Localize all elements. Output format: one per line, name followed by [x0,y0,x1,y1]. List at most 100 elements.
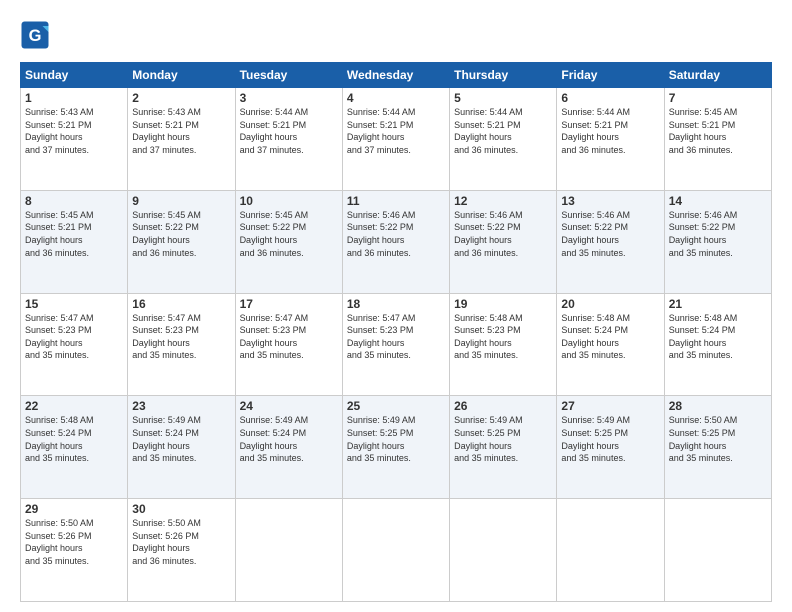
day-number: 3 [240,91,338,105]
day-number: 8 [25,194,123,208]
logo: G [20,20,54,50]
table-row: 24Sunrise: 5:49 AMSunset: 5:24 PMDayligh… [235,396,342,499]
calendar-week-row: 29Sunrise: 5:50 AMSunset: 5:26 PMDayligh… [21,499,772,602]
day-info: Sunrise: 5:49 AMSunset: 5:24 PMDaylight … [132,414,230,464]
page: G Sunday Monday Tuesday Wednesday Thursd… [0,0,792,612]
table-row [664,499,771,602]
day-info: Sunrise: 5:45 AMSunset: 5:21 PMDaylight … [669,106,767,156]
col-saturday: Saturday [664,63,771,88]
table-row: 11Sunrise: 5:46 AMSunset: 5:22 PMDayligh… [342,190,449,293]
day-number: 26 [454,399,552,413]
day-info: Sunrise: 5:47 AMSunset: 5:23 PMDaylight … [347,312,445,362]
day-info: Sunrise: 5:44 AMSunset: 5:21 PMDaylight … [561,106,659,156]
table-row: 1Sunrise: 5:43 AMSunset: 5:21 PMDaylight… [21,88,128,191]
day-info: Sunrise: 5:44 AMSunset: 5:21 PMDaylight … [240,106,338,156]
day-number: 15 [25,297,123,311]
svg-text:G: G [29,27,42,45]
table-row [235,499,342,602]
day-number: 10 [240,194,338,208]
day-number: 22 [25,399,123,413]
table-row: 12Sunrise: 5:46 AMSunset: 5:22 PMDayligh… [450,190,557,293]
day-number: 23 [132,399,230,413]
day-info: Sunrise: 5:49 AMSunset: 5:25 PMDaylight … [454,414,552,464]
day-info: Sunrise: 5:46 AMSunset: 5:22 PMDaylight … [669,209,767,259]
day-info: Sunrise: 5:45 AMSunset: 5:22 PMDaylight … [132,209,230,259]
day-info: Sunrise: 5:50 AMSunset: 5:26 PMDaylight … [25,517,123,567]
day-number: 12 [454,194,552,208]
col-friday: Friday [557,63,664,88]
col-thursday: Thursday [450,63,557,88]
day-info: Sunrise: 5:46 AMSunset: 5:22 PMDaylight … [347,209,445,259]
table-row: 2Sunrise: 5:43 AMSunset: 5:21 PMDaylight… [128,88,235,191]
day-number: 4 [347,91,445,105]
table-row: 22Sunrise: 5:48 AMSunset: 5:24 PMDayligh… [21,396,128,499]
table-row: 5Sunrise: 5:44 AMSunset: 5:21 PMDaylight… [450,88,557,191]
day-number: 13 [561,194,659,208]
day-info: Sunrise: 5:49 AMSunset: 5:25 PMDaylight … [347,414,445,464]
table-row: 25Sunrise: 5:49 AMSunset: 5:25 PMDayligh… [342,396,449,499]
day-number: 16 [132,297,230,311]
day-info: Sunrise: 5:48 AMSunset: 5:24 PMDaylight … [561,312,659,362]
day-number: 21 [669,297,767,311]
day-info: Sunrise: 5:47 AMSunset: 5:23 PMDaylight … [25,312,123,362]
day-number: 29 [25,502,123,516]
day-info: Sunrise: 5:43 AMSunset: 5:21 PMDaylight … [25,106,123,156]
day-info: Sunrise: 5:47 AMSunset: 5:23 PMDaylight … [132,312,230,362]
table-row: 14Sunrise: 5:46 AMSunset: 5:22 PMDayligh… [664,190,771,293]
table-row: 15Sunrise: 5:47 AMSunset: 5:23 PMDayligh… [21,293,128,396]
table-row: 23Sunrise: 5:49 AMSunset: 5:24 PMDayligh… [128,396,235,499]
day-info: Sunrise: 5:44 AMSunset: 5:21 PMDaylight … [454,106,552,156]
day-number: 27 [561,399,659,413]
table-row: 28Sunrise: 5:50 AMSunset: 5:25 PMDayligh… [664,396,771,499]
table-row: 18Sunrise: 5:47 AMSunset: 5:23 PMDayligh… [342,293,449,396]
day-info: Sunrise: 5:49 AMSunset: 5:25 PMDaylight … [561,414,659,464]
table-row: 16Sunrise: 5:47 AMSunset: 5:23 PMDayligh… [128,293,235,396]
day-number: 28 [669,399,767,413]
table-row: 10Sunrise: 5:45 AMSunset: 5:22 PMDayligh… [235,190,342,293]
day-number: 25 [347,399,445,413]
day-number: 1 [25,91,123,105]
calendar-week-row: 15Sunrise: 5:47 AMSunset: 5:23 PMDayligh… [21,293,772,396]
day-number: 20 [561,297,659,311]
day-info: Sunrise: 5:49 AMSunset: 5:24 PMDaylight … [240,414,338,464]
table-row: 17Sunrise: 5:47 AMSunset: 5:23 PMDayligh… [235,293,342,396]
day-number: 18 [347,297,445,311]
table-row [450,499,557,602]
day-info: Sunrise: 5:48 AMSunset: 5:23 PMDaylight … [454,312,552,362]
table-row: 21Sunrise: 5:48 AMSunset: 5:24 PMDayligh… [664,293,771,396]
calendar-table: Sunday Monday Tuesday Wednesday Thursday… [20,62,772,602]
calendar-week-row: 1Sunrise: 5:43 AMSunset: 5:21 PMDaylight… [21,88,772,191]
day-info: Sunrise: 5:46 AMSunset: 5:22 PMDaylight … [561,209,659,259]
day-number: 14 [669,194,767,208]
day-info: Sunrise: 5:50 AMSunset: 5:25 PMDaylight … [669,414,767,464]
table-row: 7Sunrise: 5:45 AMSunset: 5:21 PMDaylight… [664,88,771,191]
day-info: Sunrise: 5:45 AMSunset: 5:22 PMDaylight … [240,209,338,259]
day-info: Sunrise: 5:43 AMSunset: 5:21 PMDaylight … [132,106,230,156]
col-monday: Monday [128,63,235,88]
col-sunday: Sunday [21,63,128,88]
table-row [557,499,664,602]
calendar-week-row: 8Sunrise: 5:45 AMSunset: 5:21 PMDaylight… [21,190,772,293]
day-number: 9 [132,194,230,208]
day-number: 2 [132,91,230,105]
col-wednesday: Wednesday [342,63,449,88]
table-row: 19Sunrise: 5:48 AMSunset: 5:23 PMDayligh… [450,293,557,396]
day-number: 17 [240,297,338,311]
day-number: 19 [454,297,552,311]
table-row: 9Sunrise: 5:45 AMSunset: 5:22 PMDaylight… [128,190,235,293]
table-row: 26Sunrise: 5:49 AMSunset: 5:25 PMDayligh… [450,396,557,499]
day-number: 5 [454,91,552,105]
table-row: 6Sunrise: 5:44 AMSunset: 5:21 PMDaylight… [557,88,664,191]
table-row [342,499,449,602]
day-number: 6 [561,91,659,105]
day-info: Sunrise: 5:50 AMSunset: 5:26 PMDaylight … [132,517,230,567]
day-number: 11 [347,194,445,208]
day-info: Sunrise: 5:48 AMSunset: 5:24 PMDaylight … [25,414,123,464]
table-row: 4Sunrise: 5:44 AMSunset: 5:21 PMDaylight… [342,88,449,191]
day-number: 7 [669,91,767,105]
day-info: Sunrise: 5:48 AMSunset: 5:24 PMDaylight … [669,312,767,362]
logo-icon: G [20,20,50,50]
day-info: Sunrise: 5:47 AMSunset: 5:23 PMDaylight … [240,312,338,362]
table-row: 27Sunrise: 5:49 AMSunset: 5:25 PMDayligh… [557,396,664,499]
table-row: 8Sunrise: 5:45 AMSunset: 5:21 PMDaylight… [21,190,128,293]
